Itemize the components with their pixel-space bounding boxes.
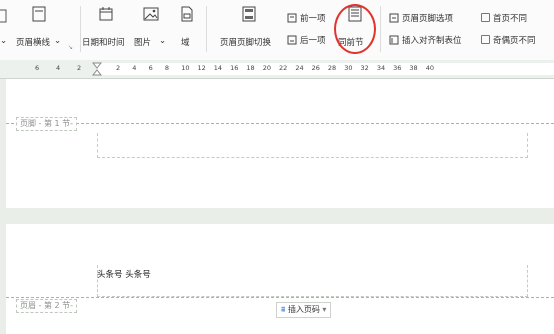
ruler-number: 14 [213, 64, 223, 72]
ruler-number: 8 [164, 64, 170, 72]
cut-off-arrow: ⌄ [0, 36, 8, 46]
switch-icon [242, 6, 256, 22]
checkbox-box[interactable] [481, 35, 490, 44]
ruler-number: 40 [425, 64, 435, 72]
cut-off-button[interactable]: ⌄ [0, 8, 8, 48]
datetime-button[interactable]: 日期和时间 [82, 6, 130, 52]
header-section-tag: 页眉 - 第 2 节- [16, 299, 78, 313]
ruler-number: 20 [262, 64, 271, 72]
header-text[interactable]: 头条号 头条号 [97, 268, 151, 280]
checkbox-box[interactable] [481, 13, 490, 22]
ruler-number: 28 [327, 64, 337, 72]
chevron-down-icon: ⌄ [54, 36, 62, 46]
ruler-number: 38 [409, 64, 418, 72]
header-line-label: 页眉横线 [16, 38, 51, 48]
header-line-button[interactable]: 页眉横线 ⌄ [14, 6, 64, 52]
datetime-label: 日期和时间 [82, 38, 125, 48]
insert-align-tab-button[interactable]: 插入对齐制表位 [389, 34, 475, 48]
footer-area[interactable] [97, 133, 528, 158]
odd-even-different-checkbox[interactable]: 奇偶页不同 [481, 34, 553, 48]
header-footer-options-button[interactable]: 页眉页脚选项 [389, 12, 469, 26]
header-area[interactable] [97, 265, 528, 297]
separator [80, 6, 81, 52]
next-label: 后一项 [300, 36, 326, 46]
field-button[interactable]: 域 [176, 6, 198, 52]
footer-section-tag: 页脚 - 第 1 节- [16, 117, 78, 131]
footer-boundary-line [6, 123, 554, 124]
chevron-down-icon: ⌄ [159, 36, 167, 46]
ruler-number: 34 [376, 64, 386, 72]
image-icon [143, 7, 159, 21]
page-1: 页脚 - 第 1 节- [6, 79, 554, 208]
ruler-number: 36 [393, 64, 402, 72]
calendar-icon [99, 7, 113, 21]
insert-page-number-label: 插入页码 [287, 305, 320, 314]
ruler-number: 26 [311, 64, 320, 72]
ruler-number: 12 [197, 64, 206, 72]
ruler-number: 18 [246, 64, 255, 72]
header-boundary-line [6, 297, 554, 298]
header-footer-switch-button[interactable]: 页眉页脚切换 [218, 6, 280, 52]
header-footer-toolbar: ⌄ 页眉横线 ⌄ ↘ 日期和时间 图片 ⌄ 域 页眉页脚切换 前一项 后一项 同… [0, 0, 554, 61]
ruler-number: 2 [77, 64, 82, 72]
next-item-button[interactable]: 后一项 [287, 34, 335, 48]
align-tab-icon [389, 35, 399, 45]
prev-icon [287, 13, 297, 23]
ruler-number: 22 [279, 64, 288, 72]
options-label: 页眉页脚选项 [402, 14, 454, 24]
ruler-number: 24 [295, 64, 304, 72]
page-2: 头条号 头条号 页眉 - 第 2 节- ⩩ 插入页码 ▾ [6, 224, 554, 334]
field-icon [181, 6, 193, 22]
partial-icon [0, 9, 7, 23]
ruler-number: 4 [132, 64, 137, 72]
ruler-number: 2 [116, 64, 121, 72]
header-line-icon [32, 6, 46, 22]
switch-label: 页眉页脚切换 [220, 38, 272, 48]
indent-marker-icon[interactable] [92, 60, 102, 78]
ruler-number: 4 [56, 64, 61, 72]
ruler-number: 32 [360, 64, 369, 72]
prev-label: 前一项 [300, 14, 326, 24]
field-label: 域 [181, 38, 190, 48]
separator [206, 6, 207, 52]
page-number-icon: ⩩ [281, 305, 286, 314]
separator [380, 6, 381, 52]
chevron-down-icon: ▾ [322, 305, 327, 314]
prev-item-button[interactable]: 前一项 [287, 12, 335, 26]
launcher-icon[interactable]: ↘ [68, 44, 73, 51]
insert-page-number-button[interactable]: ⩩ 插入页码 ▾ [276, 302, 332, 318]
ruler-number: 6 [35, 64, 40, 72]
ruler-number: 30 [344, 64, 353, 72]
ruler-number: 6 [148, 64, 153, 72]
first-page-diff-label: 首页不同 [493, 14, 528, 24]
highlight-circle [334, 4, 376, 54]
ruler-number: 16 [230, 64, 239, 72]
picture-button[interactable]: 图片 ⌄ [134, 6, 168, 52]
next-icon [287, 35, 297, 45]
odd-even-diff-label: 奇偶页不同 [493, 36, 536, 46]
ruler-number: 10 [181, 64, 190, 72]
align-tab-label: 插入对齐制表位 [402, 36, 462, 46]
options-icon [389, 13, 399, 23]
picture-label: 图片 [134, 38, 152, 48]
horizontal-ruler[interactable]: 6 4 2 2 4 6 8 10 12 14 16 18 20 22 24 26 28 30 32 34 36 38 40 [0, 60, 554, 79]
first-page-different-checkbox[interactable]: 首页不同 [481, 12, 551, 26]
